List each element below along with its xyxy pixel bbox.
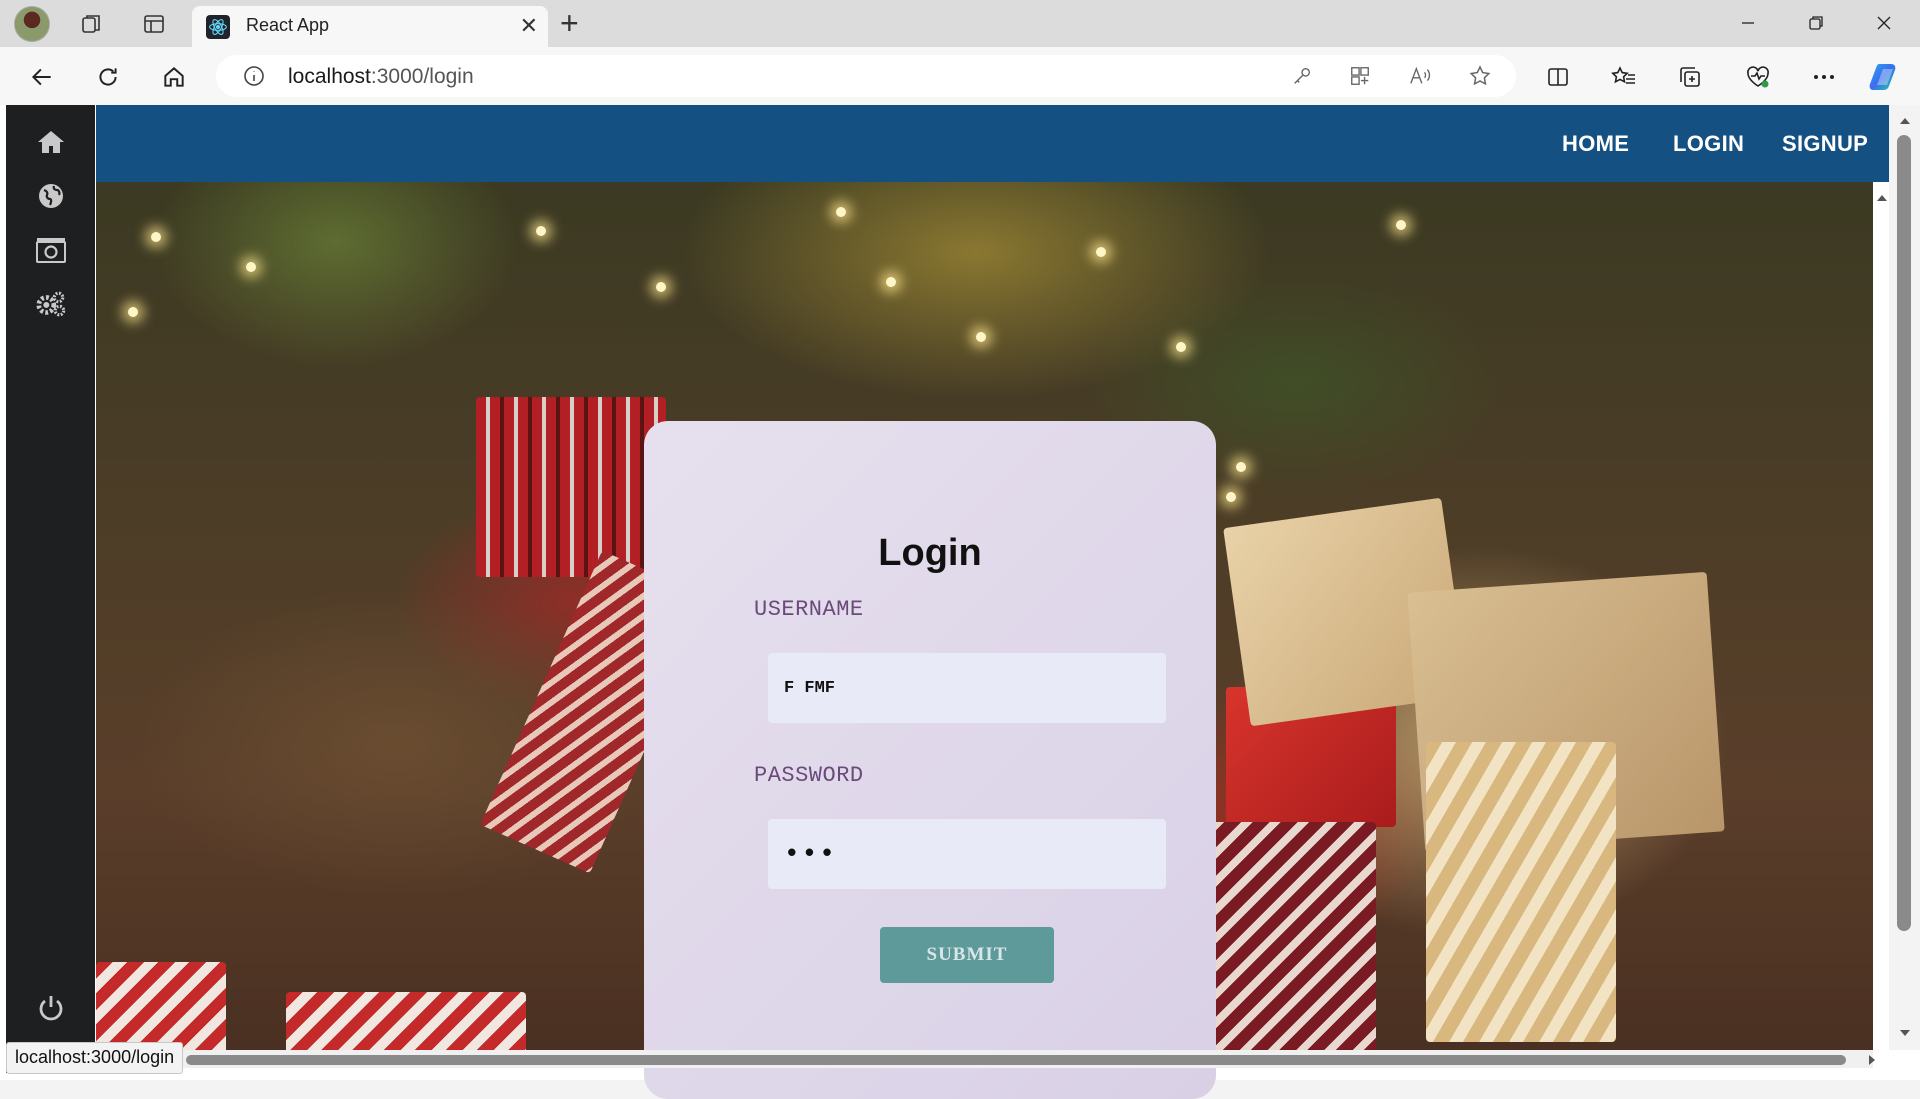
username-input[interactable]: [768, 653, 1166, 723]
favorite-star-icon[interactable]: [1462, 58, 1498, 94]
vertical-scroll-thumb[interactable]: [1897, 135, 1911, 931]
side-rail: [6, 105, 95, 1073]
browser-tabbar: React App ✕ +: [0, 0, 1920, 47]
nav-login-link[interactable]: LOGIN: [1673, 131, 1744, 157]
address-url[interactable]: localhost:3000/login: [288, 65, 474, 89]
power-icon[interactable]: [36, 993, 66, 1023]
app-available-icon[interactable]: [1342, 58, 1378, 94]
browser-essentials-icon[interactable]: [1740, 59, 1776, 95]
inner-scrollbar[interactable]: [1873, 182, 1889, 1050]
close-window-icon[interactable]: [1864, 8, 1904, 38]
more-menu-icon[interactable]: [1806, 59, 1842, 95]
react-logo-icon: [206, 15, 230, 39]
globe-icon[interactable]: [36, 181, 66, 211]
minimize-icon[interactable]: [1728, 8, 1768, 38]
tab-title: React App: [246, 15, 330, 35]
read-aloud-icon[interactable]: [1402, 58, 1438, 94]
nav-signup-link[interactable]: SIGNUP: [1782, 131, 1868, 157]
reload-icon[interactable]: [90, 59, 126, 95]
browser-tab-active[interactable]: React App ✕: [192, 6, 548, 47]
home-icon[interactable]: [36, 127, 66, 157]
new-tab-button[interactable]: +: [560, 6, 579, 40]
split-screen-icon[interactable]: [1540, 59, 1576, 95]
page-scrollbar-vertical[interactable]: [1889, 105, 1920, 1050]
workspaces-icon[interactable]: [76, 8, 108, 40]
back-icon[interactable]: [24, 59, 60, 95]
restore-icon[interactable]: [1796, 8, 1836, 38]
gears-icon[interactable]: [36, 289, 66, 319]
site-info-icon[interactable]: [242, 64, 266, 93]
password-key-icon[interactable]: [1284, 58, 1320, 94]
home-browser-icon[interactable]: [156, 59, 192, 95]
address-bar[interactable]: localhost:3000/login: [216, 55, 1516, 97]
login-title: Login: [878, 532, 982, 574]
password-input[interactable]: [768, 819, 1166, 889]
top-navbar: HOME LOGIN SIGNUP: [96, 105, 1889, 182]
horizontal-scroll-thumb[interactable]: [186, 1055, 1846, 1065]
favorites-icon[interactable]: [1606, 59, 1642, 95]
login-card: Login USERNAME PASSWORD SUBMIT: [644, 421, 1216, 1099]
vertical-tabs-icon[interactable]: [138, 8, 170, 40]
camera-icon[interactable]: [36, 235, 66, 265]
password-label: PASSWORD: [754, 763, 864, 788]
collections-icon[interactable]: [1672, 59, 1708, 95]
profile-avatar[interactable]: [14, 6, 50, 42]
submit-button[interactable]: SUBMIT: [880, 927, 1054, 983]
tab-close-icon[interactable]: ✕: [520, 13, 538, 39]
browser-toolbar: localhost:3000/login: [0, 47, 1920, 105]
page-scrollbar-horizontal[interactable]: [96, 1050, 1875, 1068]
status-url-tooltip: localhost:3000/login: [6, 1042, 184, 1074]
copilot-icon[interactable]: [1868, 59, 1904, 95]
nav-home-link[interactable]: HOME: [1562, 131, 1629, 157]
page-viewport: HOME LOGIN SIGNUP Login USERNAME PASSWOR…: [0, 105, 1920, 1099]
username-label: USERNAME: [754, 597, 864, 622]
